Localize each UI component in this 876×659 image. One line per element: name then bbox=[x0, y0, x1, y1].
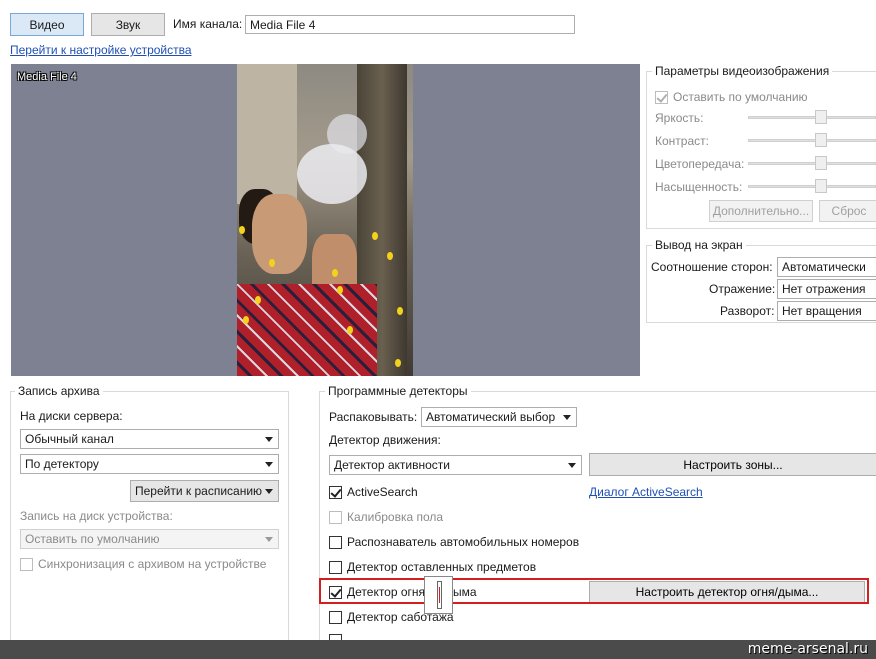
person-face bbox=[252, 194, 307, 274]
detection-marker bbox=[347, 326, 353, 334]
motion-value: Детектор активности bbox=[334, 458, 450, 472]
unpack-value: Автоматический выбор bbox=[426, 410, 556, 424]
saturation-slider[interactable] bbox=[748, 185, 876, 188]
reset-button[interactable]: Сброс bbox=[819, 200, 876, 222]
record-mode-select[interactable]: По детектору bbox=[20, 454, 279, 474]
video-frame bbox=[237, 64, 413, 376]
default-checkbox[interactable] bbox=[655, 91, 668, 104]
record-mode-value: По детектору bbox=[25, 457, 99, 471]
sabotage-label: Детектор саботажа bbox=[347, 610, 454, 624]
mirror-label: Отражение: bbox=[709, 282, 776, 296]
motion-select[interactable]: Детектор активности bbox=[329, 455, 582, 475]
motion-label: Детектор движения: bbox=[329, 433, 441, 447]
detection-marker bbox=[397, 307, 403, 315]
channel-type-select[interactable]: Обычный канал bbox=[20, 429, 279, 449]
saturation-slider-thumb[interactable] bbox=[815, 179, 827, 193]
device-disk-label: Запись на диск устройства: bbox=[20, 509, 173, 523]
detection-marker bbox=[243, 316, 249, 324]
detection-marker bbox=[255, 296, 261, 304]
left-objects-checkbox[interactable] bbox=[329, 561, 342, 574]
chevron-down-icon bbox=[563, 415, 571, 420]
contrast-slider-thumb[interactable] bbox=[815, 133, 827, 147]
brightness-slider-thumb[interactable] bbox=[815, 110, 827, 124]
left-objects-label: Детектор оставленных предметов bbox=[347, 560, 537, 574]
color-slider-thumb[interactable] bbox=[815, 156, 827, 170]
rotation-select[interactable]: Нет вращения bbox=[777, 301, 876, 321]
device-disk-value: Оставить по умолчанию bbox=[25, 532, 160, 546]
detection-marker bbox=[387, 252, 393, 260]
advanced-button[interactable]: Дополнительно... bbox=[709, 200, 813, 222]
detection-marker bbox=[332, 269, 338, 277]
sabotage-checkbox[interactable] bbox=[329, 611, 342, 624]
mirror-value: Нет отражения bbox=[782, 282, 866, 296]
channel-name-input[interactable]: Media File 4 bbox=[245, 15, 575, 34]
aspect-label: Соотношение сторон: bbox=[651, 260, 773, 274]
brightness-label: Яркость: bbox=[655, 111, 704, 125]
watermark-bar bbox=[0, 640, 876, 659]
tab-video[interactable]: Видео bbox=[10, 13, 84, 36]
channel-type-value: Обычный канал bbox=[25, 432, 114, 446]
unpack-select[interactable]: Автоматический выбор bbox=[421, 407, 577, 427]
color-label: Цветопередача: bbox=[655, 157, 745, 171]
activesearch-dialog-link[interactable]: Диалог ActiveSearch bbox=[589, 485, 703, 499]
archive-title: Запись архива bbox=[15, 384, 103, 398]
watermark-text: meme-arsenal.ru bbox=[747, 641, 868, 657]
floor-calibration-checkbox[interactable] bbox=[329, 511, 342, 524]
aspect-select[interactable]: Автоматически bbox=[777, 257, 876, 277]
chevron-down-icon bbox=[265, 537, 273, 542]
rotation-value: Нет вращения bbox=[782, 304, 862, 318]
detection-marker bbox=[239, 226, 245, 234]
schedule-button[interactable]: Перейти к расписанию bbox=[130, 480, 279, 502]
activesearch-label: ActiveSearch bbox=[347, 485, 418, 499]
color-slider[interactable] bbox=[748, 162, 876, 165]
contrast-label: Контраст: bbox=[655, 134, 709, 148]
floor-calibration-label: Калибровка пола bbox=[347, 510, 444, 524]
plate-recognizer-label: Распознаватель автомобильных номеров bbox=[347, 535, 580, 549]
rotation-label: Разворот: bbox=[720, 304, 775, 318]
brightness-slider[interactable] bbox=[748, 116, 876, 119]
video-params-title: Параметры видеоизображения bbox=[652, 64, 833, 78]
plate-recognizer-checkbox[interactable] bbox=[329, 536, 342, 549]
saturation-label: Насыщенность: bbox=[655, 180, 743, 194]
display-output-title: Вывод на экран bbox=[652, 238, 746, 252]
unpack-label: Распаковывать: bbox=[329, 410, 418, 424]
smoke-cloud bbox=[297, 144, 367, 204]
fire-detector-highlight bbox=[319, 578, 869, 604]
detection-marker bbox=[337, 286, 343, 294]
device-disk-select[interactable]: Оставить по умолчанию bbox=[20, 529, 279, 549]
channel-name-label: Имя канала: bbox=[173, 17, 243, 31]
sync-checkbox-label: Синхронизация с архивом на устройстве bbox=[38, 557, 267, 571]
tab-sound[interactable]: Звук bbox=[91, 13, 165, 36]
chevron-down-icon bbox=[265, 489, 273, 494]
sync-checkbox[interactable] bbox=[20, 558, 33, 571]
chevron-down-icon bbox=[568, 463, 576, 468]
mirror-select[interactable]: Нет отражения bbox=[777, 279, 876, 299]
wall-background bbox=[237, 64, 297, 204]
aspect-value: Автоматически bbox=[782, 260, 866, 274]
server-disks-label: На диски сервера: bbox=[20, 409, 123, 423]
detection-marker bbox=[372, 232, 378, 240]
activesearch-checkbox[interactable] bbox=[329, 486, 342, 499]
cursor-red-mark bbox=[439, 587, 440, 603]
detection-marker bbox=[269, 259, 275, 267]
default-checkbox-label: Оставить по умолчанию bbox=[673, 90, 808, 104]
cursor-popup bbox=[424, 576, 453, 614]
chevron-down-icon bbox=[265, 437, 273, 442]
contrast-slider[interactable] bbox=[748, 139, 876, 142]
schedule-button-label: Перейти к расписанию bbox=[135, 484, 263, 498]
detectors-title: Программные детекторы bbox=[325, 384, 471, 398]
video-title: Media File 4 bbox=[17, 71, 77, 83]
zones-button[interactable]: Настроить зоны... bbox=[589, 453, 876, 476]
detection-marker bbox=[395, 359, 401, 367]
chevron-down-icon bbox=[265, 462, 273, 467]
device-settings-link[interactable]: Перейти к настройке устройства bbox=[10, 43, 192, 57]
